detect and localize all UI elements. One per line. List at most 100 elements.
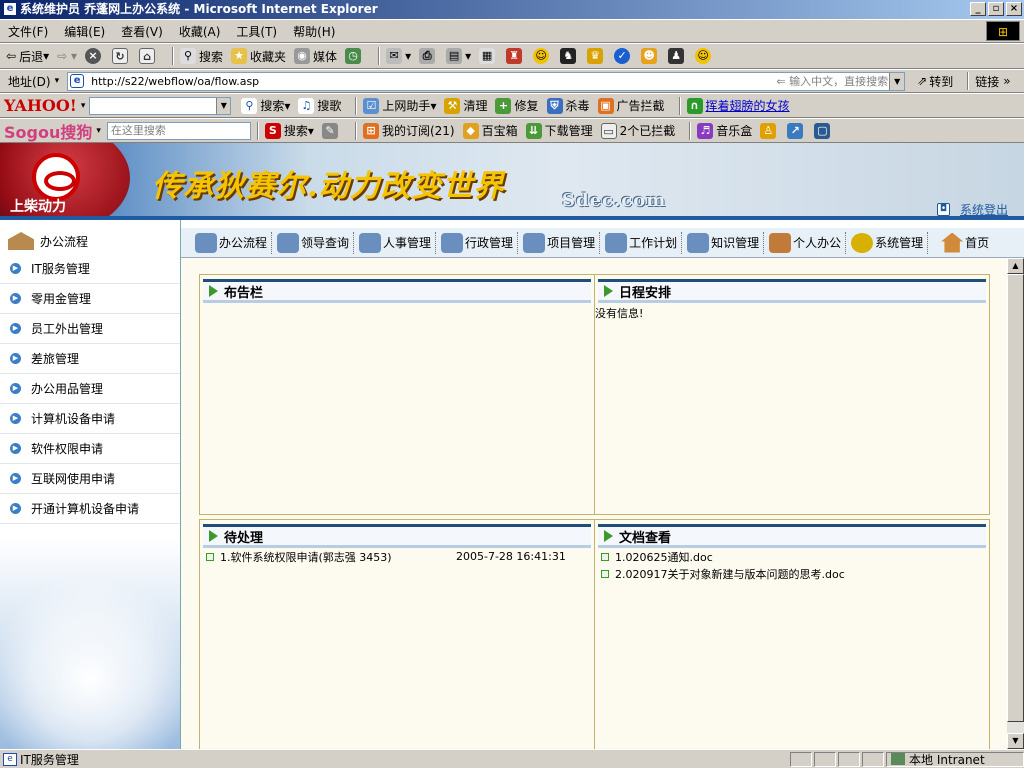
scroll-down-icon[interactable]: ▼: [1007, 733, 1024, 749]
restore-button[interactable]: ▫: [988, 2, 1004, 16]
refresh-icon: ↻: [112, 48, 129, 64]
penguin-button[interactable]: ♟: [668, 48, 687, 64]
address-input[interactable]: e http://s22/webflow/oa/flow.asp ⇐ 输入中文，…: [67, 71, 906, 91]
sidebar-item-internet-usage[interactable]: ▶ 互联网使用申请: [0, 464, 180, 494]
media-icon: ◉: [294, 48, 311, 64]
monitor-button[interactable]: ▢: [814, 122, 833, 139]
yahoo-dropdown-icon[interactable]: ▼: [216, 97, 231, 114]
yahoo-toolbar: YAHOO! ▾ ▼ ⚲ 搜索 ▾ ♫ 搜歌 ☑ 上网助手 ▾ ⚒ 清理 + 修复 ⛨ 杀毒 …: [0, 93, 1024, 118]
menu-favorites[interactable]: 收藏(A): [179, 23, 221, 40]
repair-button[interactable]: + 修复: [495, 97, 539, 114]
highlight-button[interactable]: ✎: [321, 122, 341, 139]
assistant-button[interactable]: ☑ 上网助手 ▾: [363, 97, 436, 114]
search-button[interactable]: ⚲ 搜索: [180, 48, 223, 65]
vertical-scrollbar[interactable]: ▲ ▼: [1007, 258, 1024, 749]
sogou-logo[interactable]: Sogou搜狗: [4, 119, 92, 143]
address-dropdown-icon[interactable]: ▼: [889, 72, 905, 90]
web-page: 上柴动力 传承狄赛尔.动力改变世界 Sdec.com ◘ 系统登出 办公流程 ▶ I…: [0, 143, 1024, 749]
runner-button[interactable]: ♞: [560, 48, 579, 64]
figure-button[interactable]: ♙: [760, 122, 779, 139]
favorites-button[interactable]: ★ 收藏夹: [231, 48, 286, 65]
nav-admin[interactable]: 行政管理: [437, 231, 519, 254]
popup-blocked-button[interactable]: ▭ 2个已拦截: [600, 122, 675, 139]
menu-view[interactable]: 查看(V): [121, 23, 163, 40]
close-button[interactable]: ×: [1006, 2, 1022, 16]
nav-hr[interactable]: 人事管理: [355, 231, 437, 254]
music-box-button[interactable]: ♬ 音乐盒: [697, 122, 752, 139]
forward-button[interactable]: ⇨ ▾: [57, 49, 77, 63]
links-label[interactable]: 链接: [975, 73, 999, 90]
people-icon: [277, 232, 300, 253]
sidebar-item-travel[interactable]: ▶ 差旅管理: [0, 344, 180, 374]
treasure-box-button[interactable]: ◆ 百宝箱: [462, 122, 518, 139]
download-manager-button[interactable]: ⇊ 下载管理: [525, 122, 593, 139]
zone-indicator: 本地 Intranet: [886, 751, 1024, 767]
stop-button[interactable]: ×: [85, 48, 104, 64]
clean-button[interactable]: ⚒ 清理: [444, 97, 487, 114]
sidebar-item-outing[interactable]: ▶ 员工外出管理: [0, 314, 180, 344]
subscribe-button[interactable]: ⊞ 我的订阅(21): [362, 122, 455, 139]
menu-help[interactable]: 帮助(H): [293, 23, 335, 40]
shield-button[interactable]: ♜: [506, 48, 525, 64]
nav-knowledge[interactable]: 知识管理: [683, 231, 765, 254]
refresh-button[interactable]: ↻: [112, 48, 131, 64]
yahoo-music-button[interactable]: ♫ 搜歌: [298, 97, 341, 114]
nav-project[interactable]: 项目管理: [519, 231, 601, 254]
sidebar-item-office-supplies[interactable]: ▶ 办公用品管理: [0, 374, 180, 404]
discuss-button[interactable]: ▦: [479, 48, 498, 64]
check-button[interactable]: ✓: [614, 48, 633, 64]
nav-leader-query[interactable]: 领导查询: [273, 231, 355, 254]
adblock-button[interactable]: ▣ 广告拦截: [597, 97, 665, 114]
sogou-search-input[interactable]: 在这里搜索: [106, 121, 251, 140]
edit-button[interactable]: ▤ ▾: [446, 48, 471, 64]
links-chevron-icon[interactable]: »: [1003, 74, 1010, 88]
document-item[interactable]: 1.020625通知.doc: [595, 548, 989, 565]
home-button[interactable]: ⌂: [139, 48, 158, 64]
sidebar-item-petty-cash[interactable]: ▶ 零用金管理: [0, 284, 180, 314]
plus-icon: +: [495, 97, 512, 114]
main-nav: 办公流程 领导查询 人事管理 行政管理 项目管理 工作计划 知识管理 个人办公 …: [181, 228, 1024, 258]
antivirus-button[interactable]: ⛨ 杀毒: [546, 97, 590, 114]
item-bullet-icon: [601, 569, 609, 578]
scroll-up-icon[interactable]: ▲: [1007, 258, 1024, 274]
treasure-icon: ◆: [462, 122, 479, 139]
nav-work-plan[interactable]: 工作计划: [601, 231, 683, 254]
yahoo-search-button[interactable]: ⚲ 搜索 ▾: [241, 97, 290, 114]
pending-item[interactable]: 1.软件系统权限申请(郭志强 3453) 2005-7-28 16:41:31: [200, 548, 594, 565]
history-button[interactable]: ◷: [345, 48, 364, 64]
menu-file[interactable]: 文件(F): [8, 23, 48, 40]
schedule-empty-text: 没有信息!: [595, 307, 644, 320]
menu-tools[interactable]: 工具(T): [236, 23, 277, 40]
sidebar-item-software-permission[interactable]: ▶ 软件权限申请: [0, 434, 180, 464]
minimize-button[interactable]: _: [970, 2, 986, 16]
sogou-search-button[interactable]: S 搜索 ▾: [264, 122, 314, 139]
documents-panel: 文档查看 1.020625通知.doc 2.020917关于对象新建与版本问题的…: [594, 519, 990, 749]
menu-edit[interactable]: 编辑(E): [64, 23, 105, 40]
sidebar-item-open-computer[interactable]: ▶ 开通计算机设备申请: [0, 494, 180, 524]
monitor-icon: ▢: [814, 122, 831, 139]
main-content: 布告栏 日程安排 没有信息! 待处理 1.软件系统权限申请(郭志强 3453) …: [181, 258, 1007, 749]
yahoo-logo[interactable]: YAHOO!: [4, 96, 77, 115]
nav-home[interactable]: 首页: [937, 232, 993, 254]
sidebar-item-it-service[interactable]: ▶ IT服务管理: [0, 254, 180, 284]
go-button[interactable]: ⇗ 转到: [917, 73, 953, 90]
yahoo-search-input[interactable]: ▼: [89, 96, 232, 115]
nav-office-flow[interactable]: 办公流程: [191, 231, 273, 254]
back-button[interactable]: ⇦ 后退 ▾: [6, 48, 49, 65]
figure-icon: ♙: [760, 122, 777, 139]
nav-system[interactable]: 系统管理: [847, 231, 929, 254]
smiley-button[interactable]: ☺: [533, 48, 552, 64]
print-button[interactable]: ⎙: [419, 48, 438, 64]
chart-button[interactable]: ↗: [787, 122, 806, 139]
pet-button[interactable]: ☻: [641, 48, 660, 64]
scroll-thumb[interactable]: [1007, 274, 1024, 722]
document-item[interactable]: 2.020917关于对象新建与版本问题的思考.doc: [595, 565, 989, 582]
sidebar-item-computer-request[interactable]: ▶ 计算机设备申请: [0, 404, 180, 434]
nav-personal[interactable]: 个人办公: [765, 231, 847, 254]
shield-check-icon: ⛨: [546, 97, 563, 114]
mail-button[interactable]: ✉ ▾: [386, 48, 411, 64]
song-link[interactable]: ∩ 挥着翅膀的女孩: [686, 97, 790, 114]
emoji-button[interactable]: ☺: [695, 48, 714, 64]
trophy-button[interactable]: ♛: [587, 48, 606, 64]
media-button[interactable]: ◉ 媒体: [294, 48, 337, 65]
